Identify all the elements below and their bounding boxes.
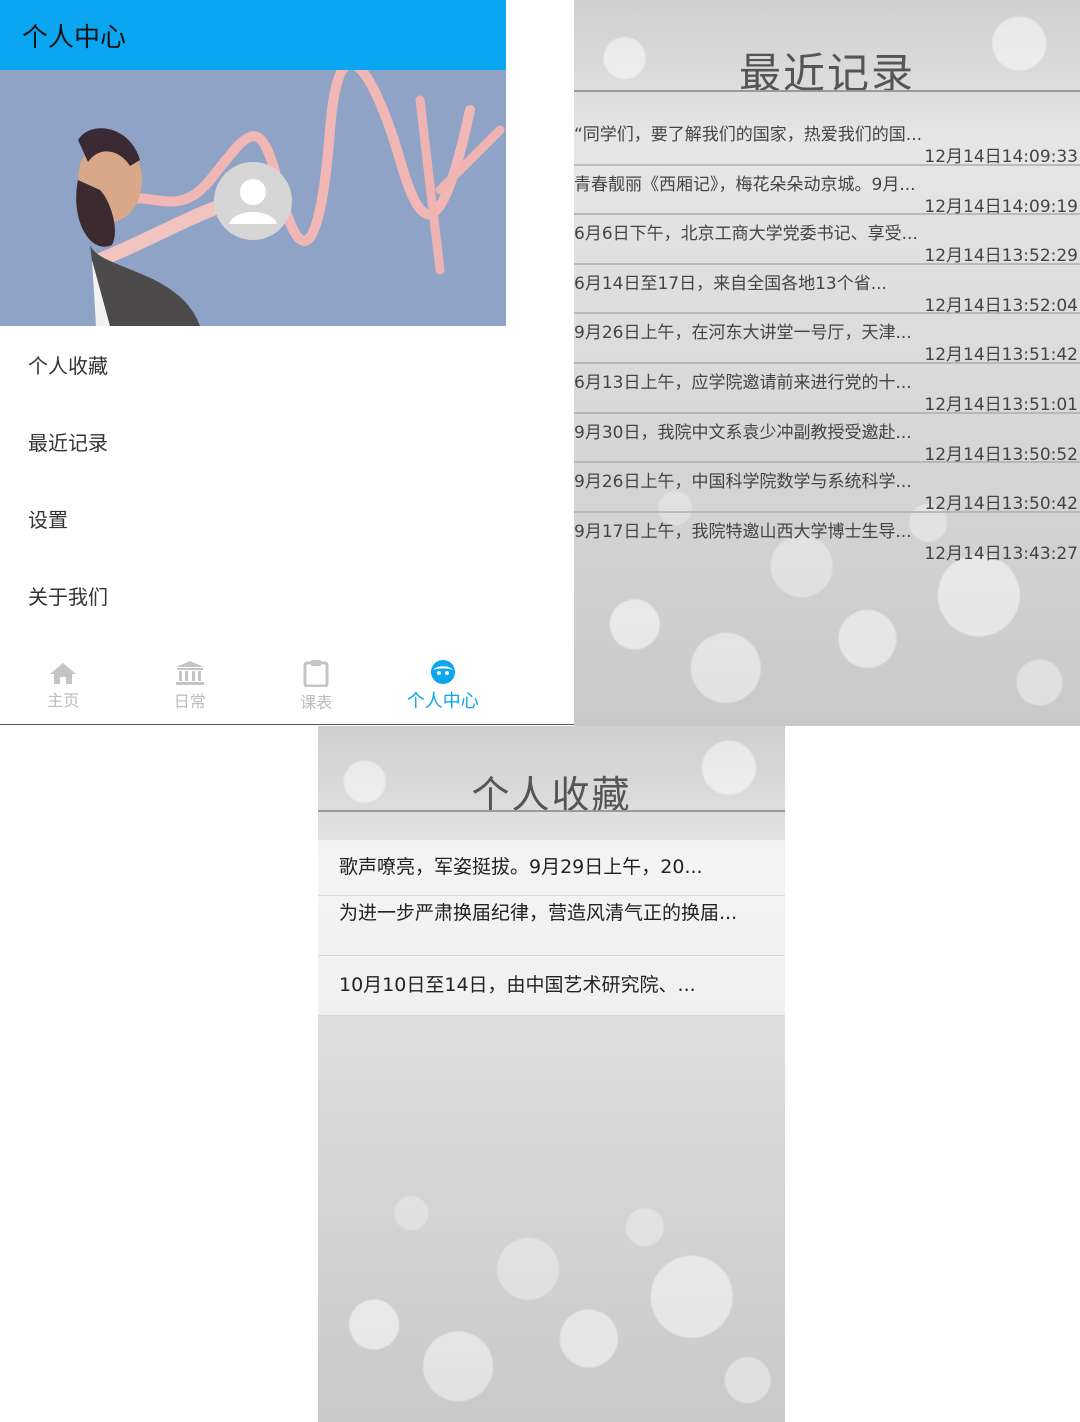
list-item[interactable]: 6月14日至17日，来自全国各地13个省... 12月14日13:52:04 [574, 265, 1080, 316]
tab-daily[interactable]: 日常 [127, 646, 254, 726]
bank-icon [175, 661, 204, 685]
title-divider [574, 90, 1080, 92]
divider [0, 724, 574, 725]
page-title: 个人中心 [22, 22, 127, 53]
list-item[interactable]: 青春靓丽《西厢记》，梅花朵朵动京城。9月... 12月14日14:09:19 [574, 166, 1080, 217]
recent-records-screen: 最近记录 “同学们，要了解我们的国家，热爱我们的国... 12月14日14:09… [574, 0, 1080, 726]
list-item[interactable]: 为进一步严肃换届纪律，营造风清气正的换届... [318, 896, 785, 956]
face-icon [430, 660, 455, 684]
menu-item-recent[interactable]: 最近记录 [0, 403, 506, 480]
record-time: 12月14日13:50:52 [924, 444, 1078, 465]
tab-schedule[interactable]: 课表 [253, 646, 380, 726]
favorite-title: 为进一步严肃换届纪律，营造风清气正的换届... [339, 902, 738, 924]
record-title: 6月14日至17日，来自全国各地13个省... [574, 273, 887, 294]
record-title: 6月6日下午，北京工商大学党委书记、享受... [574, 224, 918, 245]
menu-item-about[interactable]: 关于我们 [0, 557, 506, 634]
tab-personal-center[interactable]: 个人中心 [380, 646, 507, 726]
record-time: 12月14日13:43:27 [924, 543, 1078, 564]
record-time: 12月14日14:09:19 [924, 196, 1078, 217]
personal-center-screen: 个人中心 个人收藏 最近记录 设置 关于我们 主页 日常 课表 个人中心 [0, 0, 506, 726]
record-title: 9月26日上午，在河东大讲堂一号厅，天津... [574, 323, 912, 344]
menu-item-label: 最近记录 [28, 431, 108, 455]
list-item[interactable]: 10月10日至14日，由中国艺术研究院、... [318, 956, 785, 1016]
profile-header-image [0, 70, 506, 326]
record-time: 12月14日14:09:33 [924, 147, 1078, 167]
menu-item-label: 设置 [28, 508, 68, 532]
menu-item-label: 个人收藏 [28, 354, 108, 378]
home-icon [50, 663, 77, 684]
list-item[interactable]: 6月13日上午，应学院邀请前来进行党的十... 12月14日13:51:01 [574, 364, 1080, 415]
record-list: “同学们，要了解我们的国家，热爱我们的国... 12月14日14:09:33 青… [574, 116, 1080, 564]
record-title: 6月13日上午，应学院邀请前来进行党的十... [574, 372, 912, 393]
app-bar: 个人中心 [0, 0, 506, 70]
clipboard-icon [303, 660, 329, 687]
list-item[interactable]: 9月26日上午，中国科学院数学与系统科学... 12月14日13:50:42 [574, 463, 1080, 515]
record-time: 12月14日13:51:42 [924, 345, 1078, 366]
record-title: 9月30日，我院中文系袁少冲副教授受邀赴... [574, 422, 912, 443]
record-time: 12月14日13:50:42 [924, 494, 1078, 515]
favorites-screen: 个人收藏 歌声嘹亮，军姿挺拔。9月29日上午，20... 为进一步严肃换届纪律，… [318, 726, 785, 1422]
favorite-title: 歌声嘹亮，军姿挺拔。9月29日上午，20... [339, 856, 703, 878]
tab-label: 主页 [47, 691, 80, 710]
avatar[interactable] [214, 162, 292, 240]
list-item[interactable]: 6月6日下午，北京工商大学党委书记、享受... 12月14日13:52:29 [574, 215, 1080, 267]
tab-label: 课表 [300, 693, 333, 712]
list-item[interactable]: 9月17日上午，我院特邀山西大学博士生导... 12月14日13:43:27 [574, 513, 1080, 564]
bottom-tab-bar: 主页 日常 课表 个人中心 [0, 646, 506, 726]
record-title: 9月17日上午，我院特邀山西大学博士生导... [574, 521, 912, 542]
list-item[interactable]: “同学们，要了解我们的国家，热爱我们的国... 12月14日14:09:33 [574, 116, 1080, 167]
tab-label: 个人中心 [406, 691, 479, 712]
menu-item-label: 关于我们 [28, 585, 108, 609]
menu-list: 个人收藏 最近记录 设置 关于我们 [0, 326, 506, 634]
record-time: 12月14日13:52:29 [924, 246, 1078, 267]
record-time: 12月14日13:51:01 [924, 394, 1078, 415]
list-item[interactable]: 歌声嘹亮，军姿挺拔。9月29日上午，20... [318, 840, 785, 896]
record-time: 12月14日13:52:04 [924, 295, 1078, 316]
title-divider [318, 810, 785, 812]
user-avatar-icon [214, 162, 292, 240]
menu-item-settings[interactable]: 设置 [0, 480, 506, 557]
tab-home[interactable]: 主页 [0, 646, 127, 726]
record-title: 青春靓丽《西厢记》，梅花朵朵动京城。9月... [574, 174, 916, 195]
list-item[interactable]: 9月26日上午，在河东大讲堂一号厅，天津... 12月14日13:51:42 [574, 314, 1080, 366]
favorite-title: 10月10日至14日，由中国艺术研究院、... [339, 974, 696, 996]
tab-label: 日常 [173, 692, 206, 711]
list-item[interactable]: 9月30日，我院中文系袁少冲副教授受邀赴... 12月14日13:50:52 [574, 414, 1080, 465]
menu-item-favorites[interactable]: 个人收藏 [0, 326, 506, 403]
favorites-list: 歌声嘹亮，军姿挺拔。9月29日上午，20... 为进一步严肃换届纪律，营造风清气… [318, 840, 785, 1016]
record-title: “同学们，要了解我们的国家，热爱我们的国... [574, 125, 923, 145]
record-title: 9月26日上午，中国科学院数学与系统科学... [574, 472, 912, 493]
